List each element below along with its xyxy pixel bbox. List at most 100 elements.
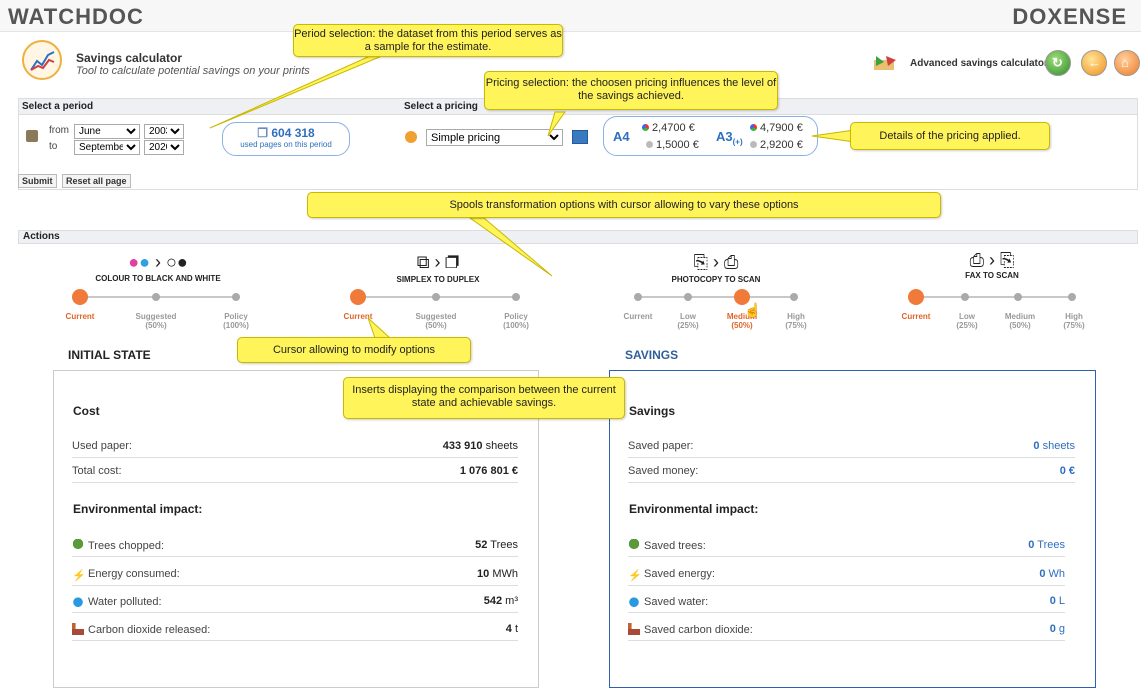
- step-label: Suggested (50%): [415, 312, 457, 330]
- option-photocopy-step[interactable]: [634, 293, 642, 301]
- option-fax-step[interactable]: [961, 293, 969, 301]
- callout-inserts: Inserts displaying the comparison betwee…: [343, 377, 625, 419]
- total-cost-row: Total cost: 1 076 801 €: [72, 459, 518, 483]
- factory-icon: [72, 623, 84, 635]
- saved-paper-row: Saved paper: 0 sheets: [628, 434, 1075, 458]
- callout-cursor: Cursor allowing to modify options: [237, 337, 471, 363]
- callout-details: Details of the pricing applied.: [850, 122, 1050, 150]
- bw-icon: [750, 141, 757, 148]
- used-pages-count: ❐ 604 318: [257, 126, 315, 140]
- option-colour-to-bw-title: COLOUR TO BLACK AND WHITE: [95, 274, 221, 283]
- env-impact-heading: Environmental impact:: [629, 502, 759, 516]
- photocopy-to-scan-icon: ⎘ › ⎙: [693, 252, 739, 272]
- a4-label: A4: [613, 129, 630, 144]
- option-photocopy-track[interactable]: [638, 296, 794, 298]
- tree-icon: [72, 539, 84, 551]
- saved-trees-row: Saved trees: 0 Trees: [628, 533, 1065, 557]
- doxense-logo: DOXENSE: [1012, 4, 1127, 29]
- page-subtitle: Tool to calculate potential savings on y…: [76, 65, 310, 77]
- lightning-icon: ⚡: [72, 570, 86, 582]
- env-impact-heading: Environmental impact:: [73, 502, 203, 516]
- from-month-select[interactable]: June: [74, 124, 140, 139]
- advanced-savings-link[interactable]: Advanced savings calculator: [910, 58, 1048, 69]
- tree-icon: [628, 539, 640, 551]
- water-row: Water polluted: 542 m³: [72, 589, 518, 613]
- a3-bw-price: 2,9200 €: [750, 139, 803, 151]
- simplex-to-duplex-icon: ⧉ › ❐: [416, 252, 460, 272]
- step-label: Suggested (50%): [135, 312, 177, 330]
- callout-pricing: Pricing selection: the choosen pricing i…: [484, 71, 778, 110]
- water-drop-icon: [628, 595, 640, 607]
- option-colour-step[interactable]: [232, 293, 240, 301]
- cost-heading: Cost: [73, 404, 100, 418]
- pricing-icon: [405, 131, 417, 143]
- saved-water-row: Saved water: 0 L: [628, 589, 1065, 613]
- from-label: from: [49, 125, 69, 136]
- option-fax-step[interactable]: [1014, 293, 1022, 301]
- step-label: Medium (50%): [1004, 312, 1036, 330]
- savings-calculator-icon: [22, 40, 62, 80]
- factory-icon: [628, 623, 640, 635]
- saved-energy-row: ⚡ Saved energy: 0 Wh: [628, 562, 1065, 586]
- pricing-details-box: A4 2,4700 € 1,5000 € A3(+) 4,7900 € 2,92…: [603, 116, 818, 156]
- water-drop-icon: [72, 595, 84, 607]
- pages-icon: ❐: [257, 126, 272, 140]
- used-pages-label: used pages on this period: [240, 140, 332, 149]
- bw-icon: [646, 141, 653, 148]
- saved-money-row: Saved money: 0 €: [628, 459, 1075, 483]
- fax-to-scan-icon: ⎙ › ⎘: [969, 250, 1015, 270]
- a3-label: A3(+): [716, 129, 743, 147]
- option-simplex-step[interactable]: [512, 293, 520, 301]
- savings-card: Savings Saved paper: 0 sheets Saved mone…: [609, 370, 1096, 688]
- pricing-select[interactable]: Simple pricing: [426, 129, 563, 146]
- option-simplex-title: SIMPLEX TO DUPLEX: [396, 275, 480, 284]
- advanced-calculator-icon[interactable]: [872, 54, 898, 72]
- hand-cursor-icon: ☝: [744, 302, 762, 318]
- calendar-icon: [26, 130, 38, 142]
- energy-row: ⚡ Energy consumed: 10 MWh: [72, 562, 518, 586]
- trees-row: Trees chopped: 52 Trees: [72, 533, 518, 557]
- option-simplex-cursor[interactable]: [350, 289, 366, 305]
- a4-bw-price: 1,5000 €: [646, 139, 699, 151]
- refresh-icon[interactable]: ↻: [1045, 50, 1071, 76]
- a4-color-price: 2,4700 €: [642, 122, 695, 134]
- actions-header: Actions: [18, 230, 1138, 244]
- step-label: High (75%): [785, 312, 807, 330]
- submit-button[interactable]: Submit: [18, 174, 57, 188]
- lightning-icon: ⚡: [628, 570, 642, 582]
- from-year-select[interactable]: 2003: [144, 124, 184, 139]
- to-year-select[interactable]: 2020: [144, 140, 184, 155]
- savings-heading: SAVINGS: [625, 348, 679, 362]
- option-fax-title: FAX TO SCAN: [965, 271, 1019, 280]
- option-photocopy-step[interactable]: [790, 293, 798, 301]
- watchdoc-logo: WATCHDOC: [8, 4, 144, 29]
- option-colour-cursor[interactable]: [72, 289, 88, 305]
- callout-period: Period selection: the dataset from this …: [293, 24, 563, 57]
- option-fax-step[interactable]: [1068, 293, 1076, 301]
- option-colour-step[interactable]: [152, 293, 160, 301]
- colour-to-bw-icon: ●● › ○●: [128, 252, 188, 272]
- back-icon[interactable]: ←: [1081, 50, 1107, 76]
- option-fax-cursor[interactable]: [908, 289, 924, 305]
- step-label: Low (25%): [956, 312, 978, 330]
- step-label: Policy (100%): [223, 312, 249, 330]
- a3-color-price: 4,7900 €: [750, 122, 803, 134]
- period-section-label: Select a period: [22, 101, 94, 112]
- home-icon[interactable]: ⌂: [1114, 50, 1140, 76]
- option-fax-track[interactable]: [916, 296, 1072, 298]
- option-photocopy-title: PHOTOCOPY TO SCAN: [671, 275, 761, 284]
- used-paper-row: Used paper: 433 910 sheets: [72, 434, 518, 458]
- pricing-section-label: Select a pricing: [404, 101, 478, 112]
- option-simplex-step[interactable]: [432, 293, 440, 301]
- option-photocopy-step[interactable]: [684, 293, 692, 301]
- savings-subheading: Savings: [629, 404, 676, 418]
- top-bar: WATCHDOC DOXENSE: [0, 0, 1141, 32]
- saved-co2-row: Saved carbon dioxide: 0 g: [628, 617, 1065, 641]
- step-label: Current: [343, 312, 373, 321]
- to-month-select[interactable]: September: [74, 140, 140, 155]
- color-icon: [750, 124, 757, 131]
- reset-button[interactable]: Reset all page: [62, 174, 131, 188]
- edit-pricing-icon[interactable]: [572, 130, 588, 144]
- to-label: to: [49, 141, 58, 152]
- page-title: Savings calculator: [76, 51, 183, 65]
